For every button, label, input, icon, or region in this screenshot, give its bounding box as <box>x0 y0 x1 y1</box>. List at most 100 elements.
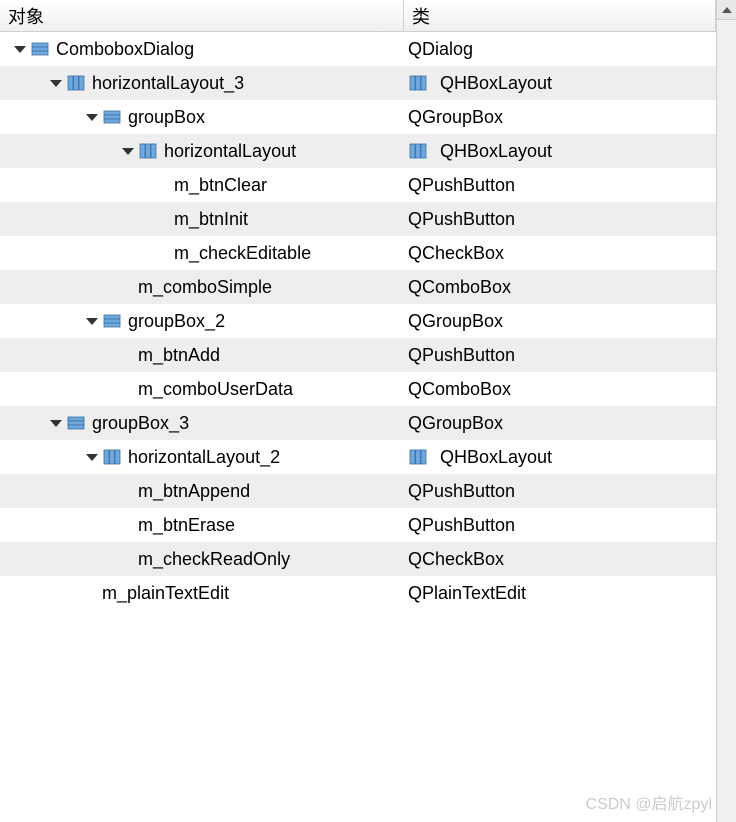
class-name-label: QPlainTextEdit <box>408 583 526 604</box>
tree-row[interactable]: horizontalLayout QHBoxLayout <box>0 134 716 168</box>
object-name-label: m_checkEditable <box>174 243 311 264</box>
object-cell[interactable]: horizontalLayout <box>0 134 404 168</box>
object-name-label: m_comboSimple <box>138 277 272 298</box>
object-name-label: horizontalLayout_3 <box>92 73 244 94</box>
class-cell: QGroupBox <box>404 100 716 134</box>
tree-row[interactable]: groupBox_2 QGroupBox <box>0 304 716 338</box>
hbox-layout-icon <box>66 73 86 93</box>
object-cell[interactable]: m_btnAdd <box>0 338 404 372</box>
class-name-label: QHBoxLayout <box>440 73 552 94</box>
expand-arrow-icon[interactable] <box>10 46 30 53</box>
tree-row[interactable]: m_comboSimple QComboBox <box>0 270 716 304</box>
object-name-label: groupBox_2 <box>128 311 225 332</box>
hbox-layout-icon <box>138 141 158 161</box>
object-name-label: horizontalLayout <box>164 141 296 162</box>
class-name-label: QGroupBox <box>408 413 503 434</box>
expand-arrow-icon[interactable] <box>82 318 102 325</box>
class-name-label: QCheckBox <box>408 243 504 264</box>
object-cell[interactable]: m_comboSimple <box>0 270 404 304</box>
class-name-label: QPushButton <box>408 481 515 502</box>
object-cell[interactable]: m_btnErase <box>0 508 404 542</box>
object-cell[interactable]: m_btnInit <box>0 202 404 236</box>
container-icon <box>102 107 122 127</box>
table-header: 对象 类 <box>0 0 716 32</box>
object-name-label: m_btnClear <box>174 175 267 196</box>
hbox-layout-icon <box>408 73 428 93</box>
watermark-text: CSDN @启航zpyl <box>586 790 712 814</box>
expand-arrow-icon[interactable] <box>82 114 102 121</box>
container-icon <box>30 39 50 59</box>
class-name-label: QPushButton <box>408 209 515 230</box>
object-name-label: m_btnAppend <box>138 481 250 502</box>
hbox-layout-icon <box>102 447 122 467</box>
header-class[interactable]: 类 <box>404 0 716 31</box>
object-name-label: horizontalLayout_2 <box>128 447 280 468</box>
tree-row[interactable]: horizontalLayout_2 QHBoxLayout <box>0 440 716 474</box>
class-name-label: QDialog <box>408 39 473 60</box>
class-name-label: QPushButton <box>408 175 515 196</box>
object-name-label: m_checkReadOnly <box>138 549 290 570</box>
tree-row[interactable]: groupBox QGroupBox <box>0 100 716 134</box>
class-cell: QHBoxLayout <box>404 440 716 474</box>
object-cell[interactable]: groupBox_2 <box>0 304 404 338</box>
tree-row[interactable]: m_checkEditable QCheckBox <box>0 236 716 270</box>
class-cell: QPlainTextEdit <box>404 576 716 610</box>
expand-arrow-icon[interactable] <box>118 148 138 155</box>
class-name-label: QGroupBox <box>408 107 503 128</box>
class-name-label: QHBoxLayout <box>440 447 552 468</box>
class-cell: QGroupBox <box>404 304 716 338</box>
object-cell[interactable]: groupBox <box>0 100 404 134</box>
object-cell[interactable]: m_checkEditable <box>0 236 404 270</box>
class-cell: QCheckBox <box>404 542 716 576</box>
object-cell[interactable]: ComboboxDialog <box>0 32 404 66</box>
expand-arrow-icon[interactable] <box>82 454 102 461</box>
hbox-layout-icon <box>408 447 428 467</box>
object-cell[interactable]: horizontalLayout_2 <box>0 440 404 474</box>
object-name-label: m_btnAdd <box>138 345 220 366</box>
object-cell[interactable]: m_btnClear <box>0 168 404 202</box>
container-icon <box>66 413 86 433</box>
class-name-label: QHBoxLayout <box>440 141 552 162</box>
object-name-label: m_plainTextEdit <box>102 583 229 604</box>
vertical-scrollbar[interactable] <box>716 0 736 822</box>
object-name-label: m_comboUserData <box>138 379 293 400</box>
tree-row[interactable]: ComboboxDialogQDialog <box>0 32 716 66</box>
class-cell: QComboBox <box>404 270 716 304</box>
object-cell[interactable]: m_plainTextEdit <box>0 576 404 610</box>
tree-row[interactable]: m_plainTextEdit QPlainTextEdit <box>0 576 716 610</box>
tree-row[interactable]: m_checkReadOnly QCheckBox <box>0 542 716 576</box>
class-name-label: QPushButton <box>408 345 515 366</box>
object-cell[interactable]: m_checkReadOnly <box>0 542 404 576</box>
object-name-label: groupBox <box>128 107 205 128</box>
object-cell[interactable]: m_btnAppend <box>0 474 404 508</box>
tree-row[interactable]: m_btnErase QPushButton <box>0 508 716 542</box>
expand-arrow-icon[interactable] <box>46 420 66 427</box>
object-cell[interactable]: m_comboUserData <box>0 372 404 406</box>
tree-row[interactable]: groupBox_3 QGroupBox <box>0 406 716 440</box>
class-cell: QHBoxLayout <box>404 134 716 168</box>
expand-arrow-icon[interactable] <box>46 80 66 87</box>
hbox-layout-icon <box>408 141 428 161</box>
class-cell: QPushButton <box>404 474 716 508</box>
tree-row[interactable]: m_btnAppend QPushButton <box>0 474 716 508</box>
object-name-label: groupBox_3 <box>92 413 189 434</box>
class-name-label: QComboBox <box>408 379 511 400</box>
class-name-label: QPushButton <box>408 515 515 536</box>
object-cell[interactable]: groupBox_3 <box>0 406 404 440</box>
scroll-up-button[interactable] <box>717 0 736 20</box>
object-tree-panel: 对象 类 ComboboxDialogQDialoghorizontalLayo… <box>0 0 716 822</box>
class-name-label: QCheckBox <box>408 549 504 570</box>
container-icon <box>102 311 122 331</box>
class-cell: QPushButton <box>404 168 716 202</box>
tree-row[interactable]: m_btnClear QPushButton <box>0 168 716 202</box>
tree-row[interactable]: m_comboUserData QComboBox <box>0 372 716 406</box>
tree-row[interactable]: m_btnInitQPushButton <box>0 202 716 236</box>
class-cell: QPushButton <box>404 202 716 236</box>
object-cell[interactable]: horizontalLayout_3 <box>0 66 404 100</box>
class-name-label: QGroupBox <box>408 311 503 332</box>
object-name-label: m_btnErase <box>138 515 235 536</box>
header-object[interactable]: 对象 <box>0 0 404 31</box>
tree-row[interactable]: m_btnAdd QPushButton <box>0 338 716 372</box>
tree-row[interactable]: horizontalLayout_3 QHBoxLayout <box>0 66 716 100</box>
tree-body: ComboboxDialogQDialog horizontalLayout_3 Q… <box>0 32 716 610</box>
